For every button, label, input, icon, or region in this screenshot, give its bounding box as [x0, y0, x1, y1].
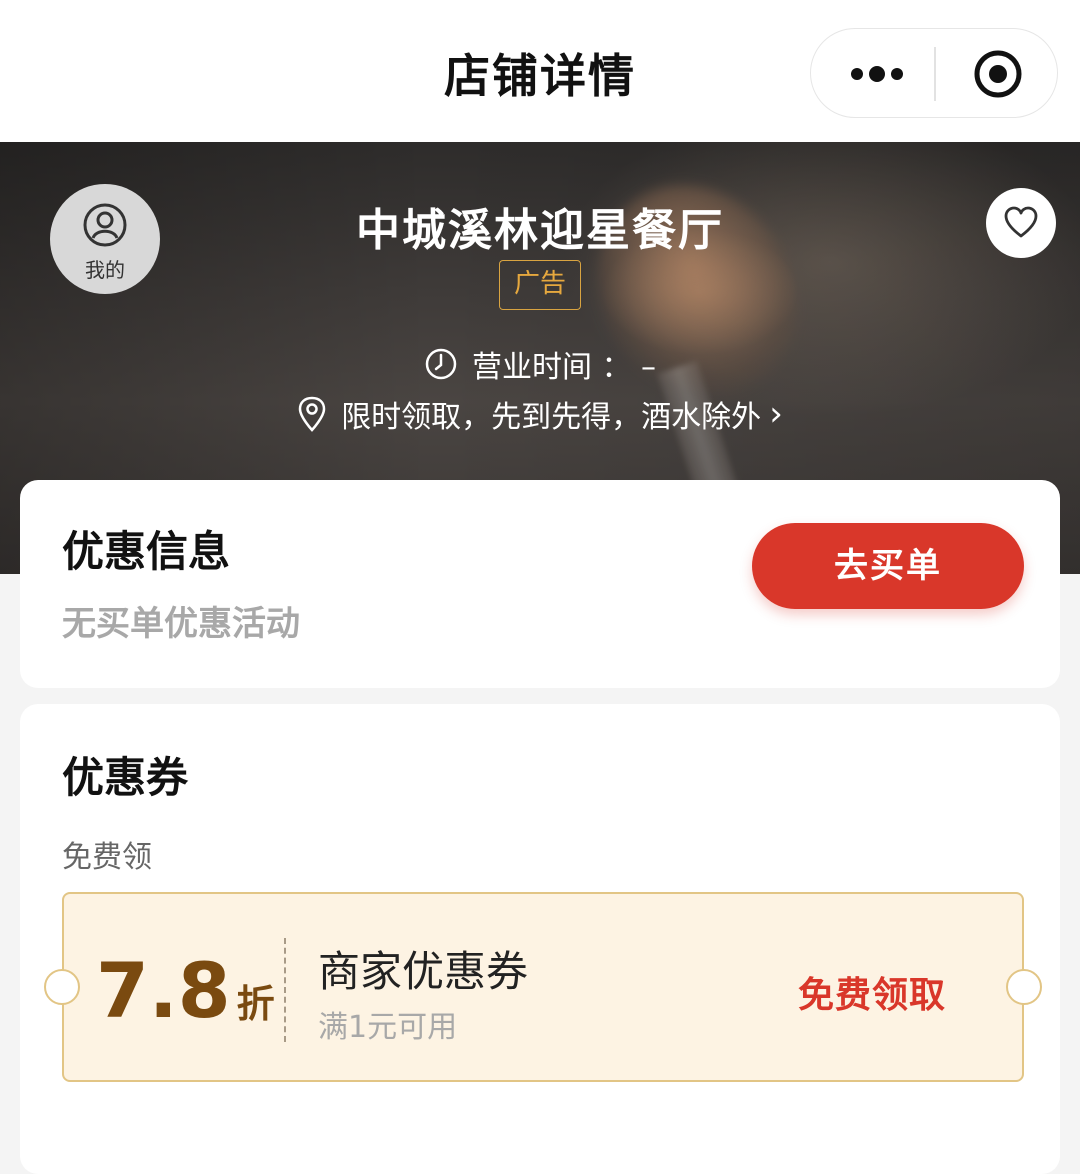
- coupon-name: 商家优惠券: [318, 947, 529, 996]
- ticket-notch-right: [1006, 969, 1042, 1005]
- chevron-right-icon: ›: [769, 394, 783, 434]
- coupon-discount: 7.8 折: [96, 946, 275, 1035]
- clock-icon: [425, 348, 457, 380]
- nav-bar: 店铺详情: [0, 0, 1080, 142]
- offer-info-title: 优惠信息: [62, 527, 231, 576]
- coupon-discount-value: 7.8: [96, 946, 231, 1035]
- claim-coupon-button[interactable]: 免费领取: [798, 966, 946, 1018]
- mini-program-capsule: [810, 28, 1058, 118]
- coupon-discount-unit: 折: [236, 982, 275, 1026]
- coupon-divider: [284, 938, 286, 1042]
- offer-info-subtitle: 无买单优惠活动: [62, 604, 300, 644]
- location-pin-icon: [298, 396, 326, 432]
- offer-info-card: 优惠信息 无买单优惠活动 去买单: [20, 480, 1060, 688]
- coupon-condition: 满1元可用: [318, 1010, 458, 1045]
- store-notice-text: 限时领取，先到先得，酒水除外: [341, 400, 762, 435]
- coupons-title: 优惠券: [62, 753, 189, 802]
- ticket-notch-left: [44, 969, 80, 1005]
- free-coupons-label: 免费领: [62, 840, 152, 875]
- coupon-ticket[interactable]: 7.8 折 商家优惠券 满1元可用 免费领取: [44, 892, 1042, 1082]
- business-hours-row: 营业时间 ： –: [0, 342, 1080, 389]
- target-icon[interactable]: [973, 49, 1023, 99]
- store-name: 中城溪林迎星餐厅: [356, 205, 724, 256]
- store-notice-row[interactable]: 限时领取，先到先得，酒水除外 ›: [0, 392, 1080, 441]
- business-hours-text: 营业时间 ： –: [471, 350, 657, 385]
- my-profile-label: 我的: [85, 258, 125, 282]
- pay-bill-button[interactable]: 去买单: [752, 523, 1024, 609]
- more-dots-icon[interactable]: [849, 59, 905, 89]
- coupons-card: 优惠券 免费领 7.8 折 商家优惠券 满1元可用 免费领取: [20, 704, 1060, 1174]
- capsule-divider: [934, 47, 936, 101]
- ad-badge: 广告: [499, 260, 581, 310]
